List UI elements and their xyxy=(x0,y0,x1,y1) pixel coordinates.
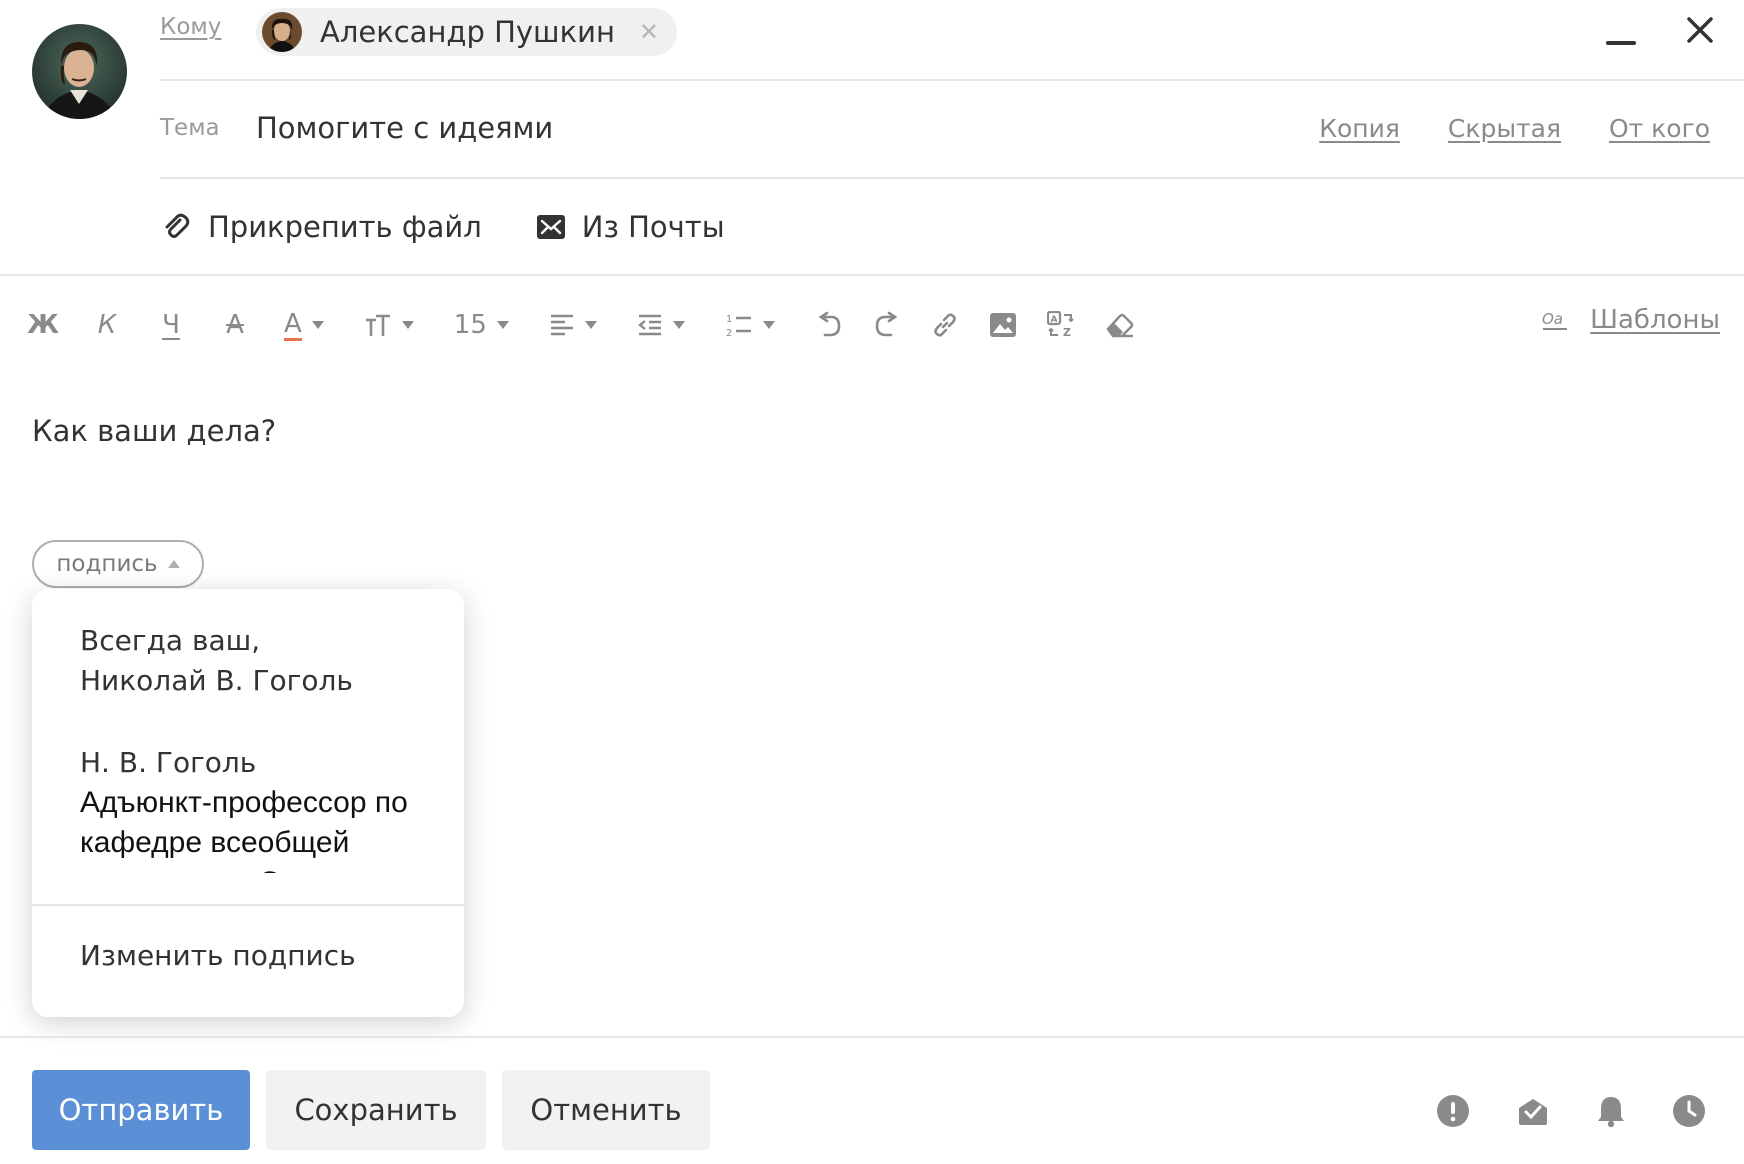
cc-link[interactable]: Копия xyxy=(1319,114,1400,143)
from-mail-button[interactable]: Из Почты xyxy=(536,210,725,244)
signature-icon: Oa xyxy=(1542,310,1568,330)
menu-divider xyxy=(32,904,464,906)
chevron-down-icon xyxy=(762,321,775,329)
schedule-icon[interactable] xyxy=(1672,1094,1706,1128)
recipient-chip[interactable]: Александр Пушкин ✕ xyxy=(256,8,678,56)
attach-row: Прикрепить файл Из Почты xyxy=(160,179,1744,275)
undo-icon xyxy=(818,311,841,337)
link-icon xyxy=(934,313,956,337)
chevron-up-icon xyxy=(167,560,180,568)
from-mail-label: Из Почты xyxy=(581,210,725,244)
translate-button[interactable]: A Z xyxy=(1046,300,1075,350)
signature-option[interactable]: Всегда ваш, Николай В. Гоголь xyxy=(80,621,440,701)
undo-button[interactable] xyxy=(815,300,843,350)
text-color-button[interactable]: А xyxy=(284,300,324,350)
message-body[interactable]: Как ваши дела? xyxy=(32,414,276,448)
svg-text:Oa: Oa xyxy=(1542,310,1563,328)
bcc-link[interactable]: Скрытая xyxy=(1448,114,1561,143)
font-family-button[interactable] xyxy=(364,300,414,350)
minimize-icon[interactable] xyxy=(1606,15,1636,45)
signature-line: Всегда ваш, xyxy=(80,624,261,657)
to-row: Кому Александр Пушкин ✕ xyxy=(160,0,1744,81)
reminder-icon[interactable] xyxy=(1596,1094,1626,1128)
font-size-select[interactable]: 15 xyxy=(454,300,509,350)
signature-menu: Всегда ваш, Николай В. Гоголь Н. В. Гого… xyxy=(32,589,464,1017)
chevron-down-icon xyxy=(401,321,414,329)
header-divider xyxy=(0,274,1744,276)
image-icon xyxy=(989,313,1016,337)
footer-divider xyxy=(0,1036,1744,1038)
close-icon[interactable] xyxy=(1684,14,1716,46)
redo-icon xyxy=(875,311,898,337)
eraser-icon xyxy=(1106,313,1134,338)
paperclip-icon xyxy=(165,213,190,238)
attach-file-label: Прикрепить файл xyxy=(208,210,482,244)
numbered-list-icon: 1 2 xyxy=(726,314,751,338)
subject-label: Тема xyxy=(160,115,220,141)
font-size-value: 15 xyxy=(453,310,487,340)
edit-signature-item[interactable]: Изменить подпись xyxy=(80,939,356,972)
signature-title-line: Адъюнкт-профессор по xyxy=(80,786,408,819)
remove-recipient-icon[interactable]: ✕ xyxy=(639,20,659,44)
signature-button-label: подпись xyxy=(56,551,158,577)
bold-button[interactable]: Ж xyxy=(27,300,59,350)
list-button[interactable]: 1 2 xyxy=(725,300,775,350)
from-link[interactable]: От кого xyxy=(1609,114,1710,143)
subject-links: Копия Скрытая От кого xyxy=(1319,114,1710,143)
indent-icon xyxy=(637,314,661,336)
recipient-name: Александр Пушкин xyxy=(320,15,615,49)
align-button[interactable] xyxy=(549,300,597,350)
formatting-toolbar: Ж К Ч А А 15 1 2 A Z xyxy=(27,300,1135,350)
signature-title-line: истории при Санкт- xyxy=(80,863,440,873)
svg-text:1: 1 xyxy=(726,314,732,325)
insert-image-button[interactable] xyxy=(989,300,1017,350)
sender-avatar xyxy=(32,24,127,119)
signature-name: Н. В. Гоголь xyxy=(80,746,257,779)
chevron-down-icon xyxy=(311,321,324,329)
svg-text:A: A xyxy=(1050,315,1057,325)
strikethrough-button[interactable]: А xyxy=(220,300,250,350)
send-button[interactable]: Отправить xyxy=(32,1070,250,1150)
subject-row: Тема Помогите с идеями Копия Скрытая От … xyxy=(160,81,1744,179)
templates-button[interactable]: Oa Шаблоны xyxy=(1542,305,1720,335)
chevron-down-icon xyxy=(496,321,509,329)
font-size-icon xyxy=(365,314,390,336)
indent-button[interactable] xyxy=(637,300,685,350)
underline-button[interactable]: Ч xyxy=(156,300,186,350)
italic-button[interactable]: К xyxy=(92,300,122,350)
subject-input[interactable]: Помогите с идеями xyxy=(256,111,553,145)
recipient-avatar xyxy=(262,12,302,52)
to-label[interactable]: Кому xyxy=(160,14,221,40)
translate-icon: A Z xyxy=(1046,311,1074,339)
link-button[interactable] xyxy=(931,300,959,350)
align-left-icon xyxy=(550,314,573,336)
svg-text:Z: Z xyxy=(1063,326,1071,339)
footer-icons xyxy=(1436,1094,1706,1128)
redo-button[interactable] xyxy=(873,300,901,350)
signature-dropdown-button[interactable]: подпись xyxy=(32,540,204,588)
chevron-down-icon xyxy=(584,321,597,329)
cancel-button[interactable]: Отменить xyxy=(502,1070,710,1150)
signature-option[interactable]: Н. В. Гоголь Адъюнкт-профессор по кафедр… xyxy=(80,743,440,873)
important-icon[interactable] xyxy=(1436,1094,1470,1128)
window-controls xyxy=(1606,14,1716,46)
text-color-label: А xyxy=(284,308,302,341)
signature-title-line: кафедре всеобщей xyxy=(80,826,350,859)
chevron-down-icon xyxy=(672,321,685,329)
attach-file-button[interactable]: Прикрепить файл xyxy=(160,210,482,244)
save-button[interactable]: Сохранить xyxy=(266,1070,486,1150)
templates-label: Шаблоны xyxy=(1590,305,1720,335)
clear-format-button[interactable] xyxy=(1105,300,1135,350)
receipt-icon[interactable] xyxy=(1516,1094,1550,1128)
mail-icon xyxy=(536,215,565,239)
svg-text:2: 2 xyxy=(726,328,732,338)
signature-line: Николай В. Гоголь xyxy=(80,664,353,697)
